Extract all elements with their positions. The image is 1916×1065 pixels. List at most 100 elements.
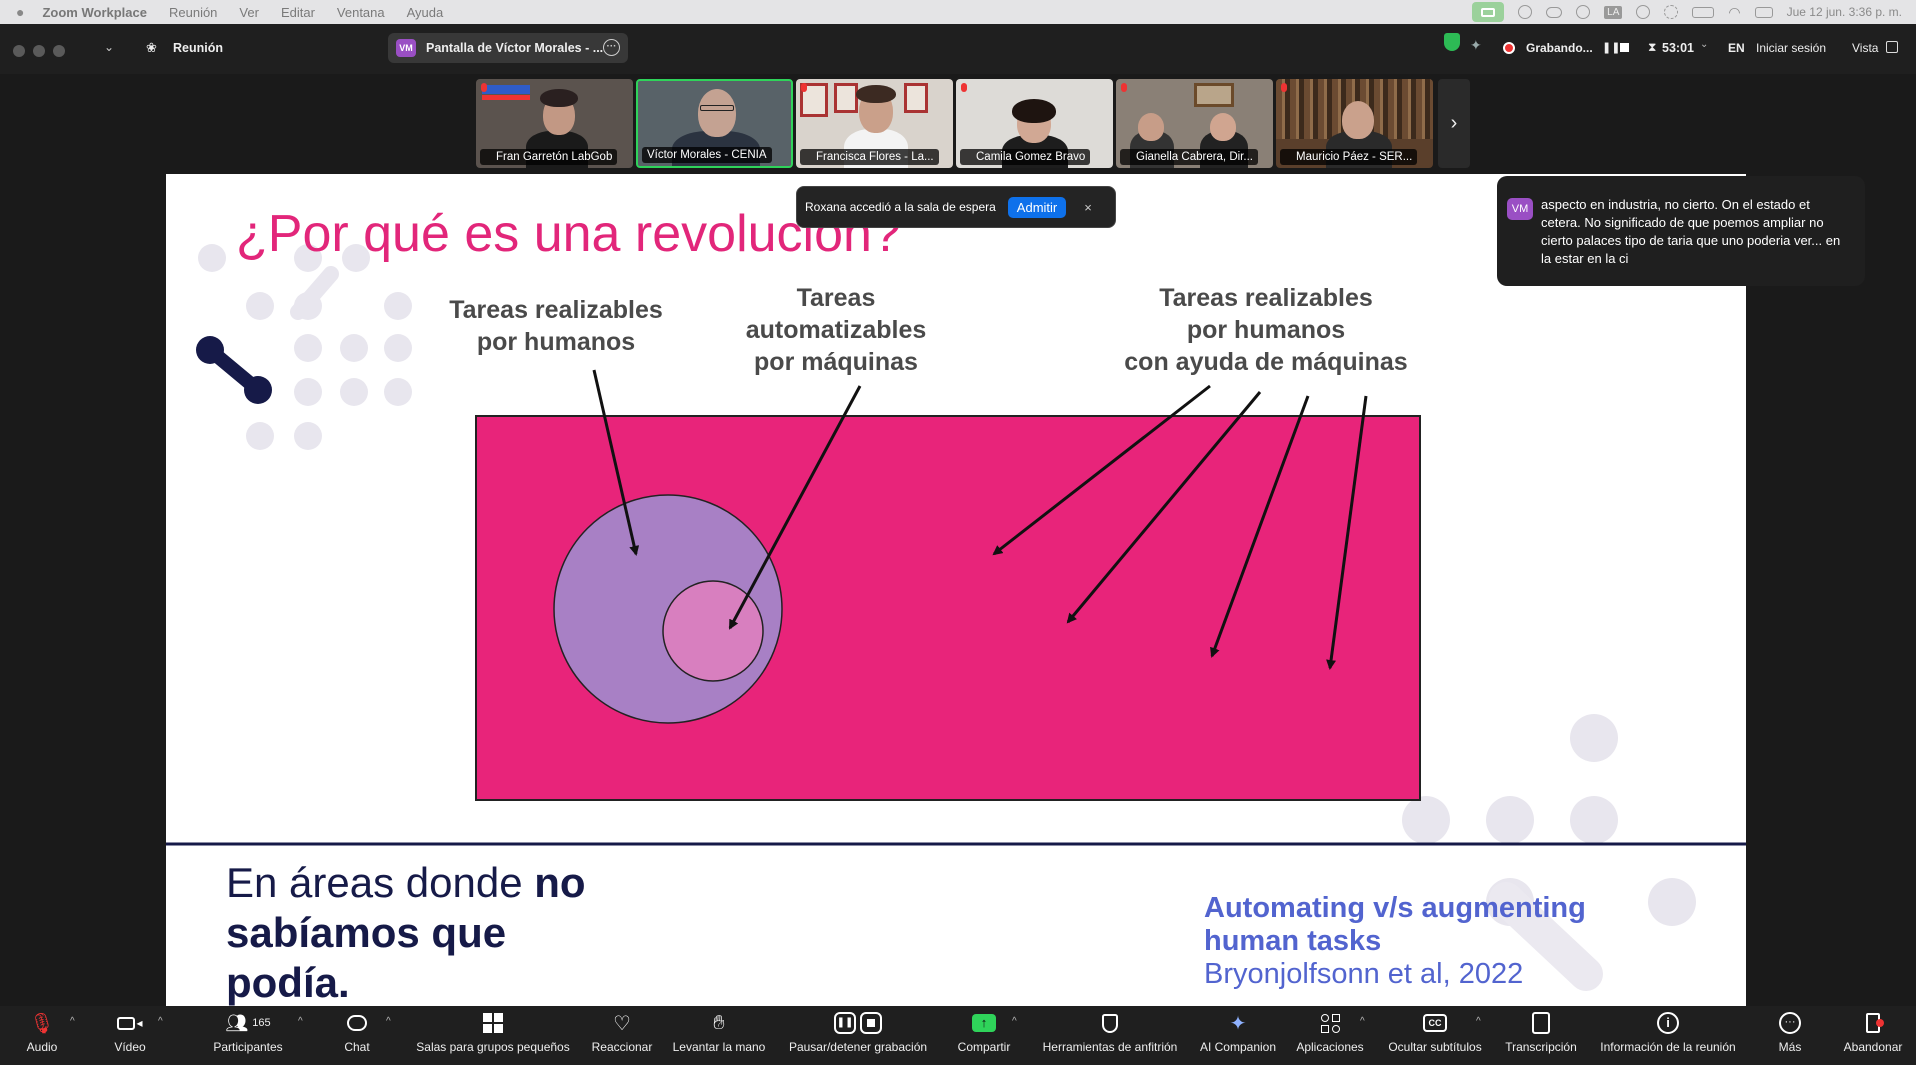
close-notification-icon[interactable]: × <box>1084 200 1092 215</box>
zoom-status-icon[interactable] <box>1518 5 1533 19</box>
menu-app-name[interactable]: Zoom Workplace <box>42 5 147 20</box>
encryption-shield-icon[interactable] <box>1444 33 1460 51</box>
share-options-chevron-icon[interactable]: ^ <box>1012 1016 1017 1027</box>
window-close-button[interactable] <box>13 45 25 57</box>
admit-button[interactable]: Admitir <box>1007 196 1067 218</box>
video-tile-3[interactable]: Francisca Flores - La... <box>796 79 953 168</box>
react-button[interactable]: ♡ Reaccionar <box>586 1006 658 1065</box>
view-button[interactable]: Vista <box>1852 41 1878 55</box>
stop-recording-icon[interactable] <box>1620 43 1629 52</box>
participant-name: Camila Gomez Bravo <box>960 149 1091 165</box>
chevron-down-icon[interactable]: ⌄ <box>104 40 114 54</box>
breakout-rooms-button[interactable]: Salas para grupos pequeños <box>408 1006 578 1065</box>
more-button[interactable]: ··· Más <box>1770 1006 1810 1065</box>
hide-captions-button[interactable]: CC Ocultar subtítulos <box>1382 1006 1488 1065</box>
more-options-icon[interactable]: ··· <box>603 39 620 56</box>
audio-button[interactable]: 🎙︎ Audio <box>12 1006 72 1065</box>
camera-in-use-icon[interactable] <box>1472 2 1505 22</box>
host-tools-button[interactable]: Herramientas de anfitrión <box>1034 1006 1186 1065</box>
chat-bubble-icon <box>332 1006 382 1040</box>
pause-stop-recording-button[interactable]: ❚❚ Pausar/detener grabación <box>782 1006 934 1065</box>
captions-options-chevron-icon[interactable]: ^ <box>1476 1016 1481 1027</box>
transcript-icon <box>1500 1006 1582 1040</box>
decor-molecule-node <box>196 336 224 364</box>
slide-bottom-statement: En áreas donde no sabíamos que podía. <box>226 859 586 1006</box>
participant-name: Gianella Cabrera, Dir... <box>1120 149 1258 165</box>
menu-ver[interactable]: Ver <box>239 5 259 20</box>
hourglass-icon: ⧗ <box>1648 40 1657 54</box>
live-caption-bubble: VM aspecto en industria, no cierto. On e… <box>1497 176 1865 286</box>
leave-button[interactable]: Abandonar <box>1836 1006 1910 1065</box>
audio-options-chevron-icon[interactable]: ^ <box>70 1016 75 1027</box>
participants-count: 165 <box>252 1017 271 1029</box>
zoom-titlebar: ⌄ ❀ Reunión VM Pantalla de Víctor Morale… <box>0 24 1916 74</box>
participants-button[interactable]: 👥︎ 165 Participantes <box>204 1006 292 1065</box>
raise-hand-button[interactable]: ✋︎ Levantar la mano <box>666 1006 772 1065</box>
play-icon[interactable] <box>1636 5 1651 19</box>
video-options-chevron-icon[interactable]: ^ <box>158 1016 163 1027</box>
macos-menubar: ● Zoom Workplace Reunión Ver Editar Vent… <box>0 0 1916 24</box>
menu-ventana[interactable]: Ventana <box>337 5 385 20</box>
wifi-icon[interactable]: ◠ <box>1728 4 1740 21</box>
muted-mic-icon <box>961 83 967 92</box>
caption-text: aspecto en industria, no cierto. On el e… <box>1541 197 1841 266</box>
window-zoom-button[interactable] <box>53 45 65 57</box>
video-button[interactable]: ◂ Vídeo <box>100 1006 160 1065</box>
share-screen-button[interactable]: ↑ Compartir <box>950 1006 1018 1065</box>
timer-chevron-icon[interactable]: ⌄ <box>1700 39 1708 50</box>
chat-button[interactable]: Chat <box>332 1006 382 1065</box>
brightness-icon[interactable] <box>1664 5 1679 19</box>
video-tile-5[interactable]: Gianella Cabrera, Dir... <box>1116 79 1273 168</box>
meeting-info-button[interactable]: i Información de la reunión <box>1594 1006 1742 1065</box>
keyboard-input-badge[interactable]: LA <box>1604 5 1623 19</box>
meeting-timer[interactable]: 53:01 <box>1662 41 1694 55</box>
pause-stop-recording-icon: ❚❚ <box>782 1006 934 1040</box>
menubar-clock[interactable]: Jue 12 jun. 3:36 p. m. <box>1787 5 1902 19</box>
apps-icon <box>1290 1006 1370 1040</box>
paw-icon: ❀ <box>146 40 157 55</box>
battery-icon[interactable] <box>1692 6 1715 18</box>
language-indicator[interactable]: EN <box>1728 41 1745 55</box>
waiting-room-text: Roxana accedió a la sala de espera <box>805 200 996 214</box>
pause-recording-icon[interactable]: ❚❚ <box>1602 41 1620 54</box>
apps-button[interactable]: Aplicaciones <box>1290 1006 1370 1065</box>
decor-molecule-light <box>290 266 339 320</box>
shared-slide: ¿Por qué es una revolución? Tareas reali… <box>166 174 1746 1006</box>
menu-ayuda[interactable]: Ayuda <box>407 5 444 20</box>
muted-mic-icon <box>481 83 487 92</box>
waiting-room-notification: Roxana accedió a la sala de espera Admit… <box>796 186 1116 228</box>
apps-options-chevron-icon[interactable]: ^ <box>1360 1016 1365 1027</box>
video-tile-1[interactable]: Fran Garretón LabGob <box>476 79 633 168</box>
label-assisted-tasks: Tareas realizables por humanos con ayuda d… <box>1124 284 1408 376</box>
ai-sparkle-icon[interactable]: ✦ <box>1470 37 1482 54</box>
accessibility-icon[interactable] <box>1576 5 1591 19</box>
label-human-tasks: Tareas realizables por humanos <box>449 296 663 356</box>
menu-reunion[interactable]: Reunión <box>169 5 217 20</box>
screen-share-tab[interactable]: VM Pantalla de Víctor Morales - ... ··· <box>388 33 628 63</box>
participants-icon: 👥︎ 165 <box>225 1012 271 1033</box>
menu-editar[interactable]: Editar <box>281 5 315 20</box>
recording-status[interactable]: Grabando... <box>1526 41 1593 55</box>
ai-companion-button[interactable]: ✦ AI Companion <box>1194 1006 1282 1065</box>
view-grid-icon[interactable] <box>1886 41 1898 53</box>
window-minimize-button[interactable] <box>33 45 45 57</box>
chat-options-chevron-icon[interactable]: ^ <box>386 1016 391 1027</box>
transcript-button[interactable]: Transcripción <box>1500 1006 1582 1065</box>
cloud-icon[interactable] <box>1546 6 1563 18</box>
control-center-icon[interactable] <box>1754 6 1773 18</box>
video-tile-4[interactable]: Camila Gomez Bravo <box>956 79 1113 168</box>
labgob-logo <box>482 85 530 94</box>
apple-icon[interactable]: ● <box>16 4 24 20</box>
more-options-icon: ··· <box>1770 1006 1810 1040</box>
participants-options-chevron-icon[interactable]: ^ <box>298 1016 303 1027</box>
meeting-toolbar: 🎙︎ Audio ^ ◂ Vídeo ^ 👥︎ 165 Participantes… <box>0 1006 1916 1065</box>
muted-mic-icon <box>1121 83 1127 92</box>
sign-in-button[interactable]: Iniciar sesión <box>1756 41 1826 55</box>
closed-captions-icon: CC <box>1382 1006 1488 1040</box>
video-tile-6[interactable]: Mauricio Páez - SER... <box>1276 79 1433 168</box>
meeting-label[interactable]: Reunión <box>173 41 223 55</box>
heart-icon: ♡ <box>613 1012 631 1035</box>
leave-door-icon <box>1836 1006 1910 1040</box>
next-page-chevron-icon[interactable]: › <box>1438 79 1470 168</box>
video-tile-2-active-speaker[interactable]: Víctor Morales - CENIA <box>636 79 793 168</box>
